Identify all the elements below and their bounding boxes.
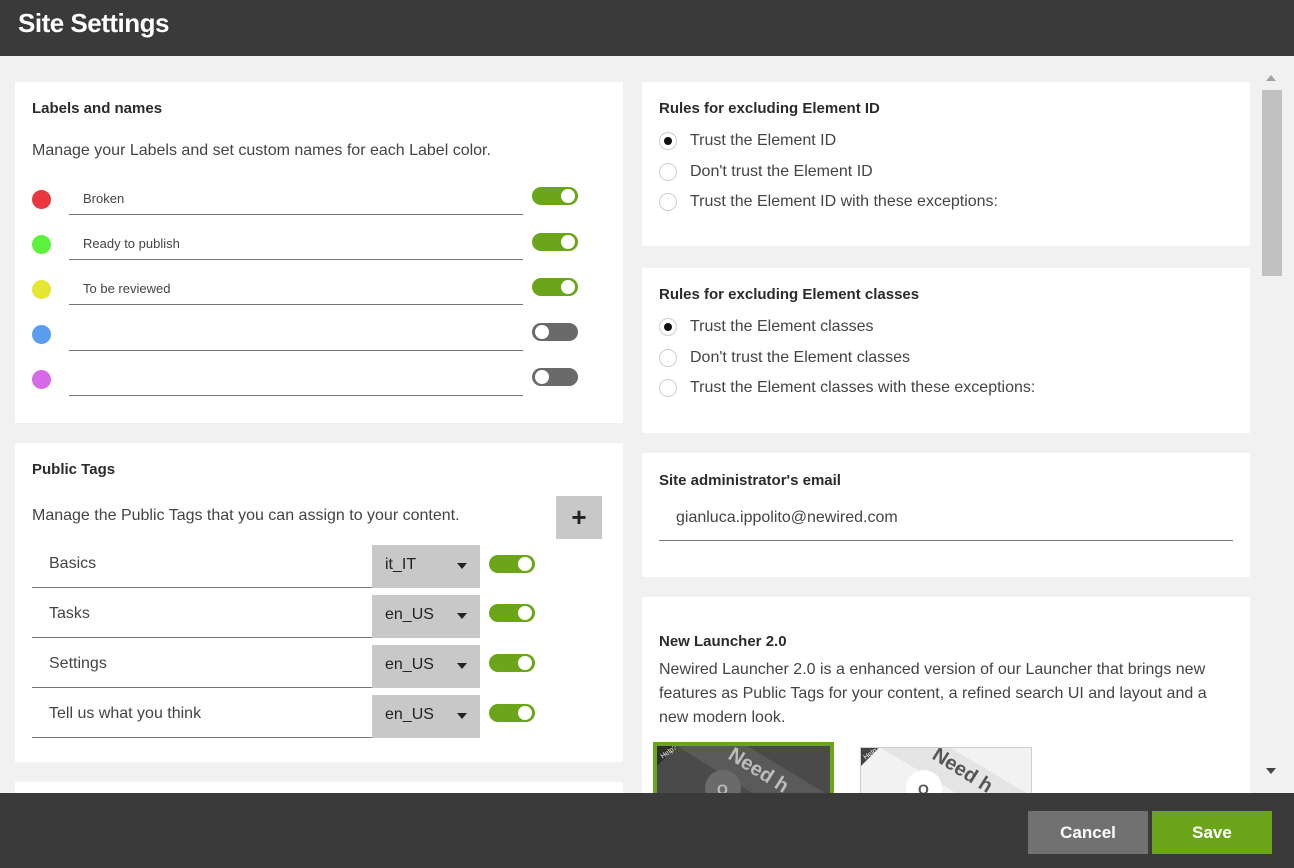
tag-toggle[interactable] xyxy=(489,704,535,722)
label-color-dot-purple xyxy=(32,370,51,389)
element-classes-rules-card: Rules for excluding Element classes Trus… xyxy=(642,268,1250,433)
tag-name-input[interactable]: Tell us what you think xyxy=(32,695,372,738)
admin-email-card: Site administrator's email gianluca.ippo… xyxy=(642,453,1250,577)
launcher-dark-preview-image: Help? Need h Q xyxy=(657,746,830,793)
label-name-input[interactable]: Ready to publish xyxy=(69,228,523,260)
radio-button[interactable] xyxy=(659,318,677,336)
launcher-light-preview-image: Help? Need h Q xyxy=(861,748,1031,793)
label-name-input[interactable]: To be reviewed xyxy=(69,273,523,305)
tag-name-input[interactable]: Settings xyxy=(32,645,372,688)
radio-button[interactable] xyxy=(659,379,677,397)
radio-button[interactable] xyxy=(659,163,677,181)
launcher-theme-light-option[interactable]: Help? Need h Q xyxy=(860,747,1032,793)
tag-name-input[interactable]: Basics xyxy=(32,545,372,588)
radio-label: Trust the Element classes xyxy=(690,318,874,335)
element-id-rules-card: Rules for excluding Element ID Trust the… xyxy=(642,82,1250,246)
label-color-dot-green xyxy=(32,235,51,254)
scroll-down-arrow-icon[interactable] xyxy=(1266,768,1276,774)
scrollbar-thumb[interactable] xyxy=(1262,90,1282,276)
radio-label: Trust the Element ID with these exceptio… xyxy=(690,193,998,210)
tag-name-input[interactable]: Tasks xyxy=(32,595,372,638)
save-button[interactable]: Save xyxy=(1152,811,1272,854)
page-title: Site Settings xyxy=(18,8,169,38)
next-card-partial xyxy=(15,782,623,793)
launcher-title: New Launcher 2.0 xyxy=(659,633,787,650)
radio-label: Don't trust the Element classes xyxy=(690,349,911,366)
admin-email-input[interactable]: gianluca.ippolito@newired.com xyxy=(659,503,1233,541)
chevron-down-icon xyxy=(457,663,467,669)
label-name-input[interactable] xyxy=(69,319,523,351)
label-toggle[interactable] xyxy=(532,278,578,296)
radio-button[interactable] xyxy=(659,132,677,150)
label-toggle[interactable] xyxy=(532,233,578,251)
tag-locale-select[interactable]: en_US xyxy=(372,645,480,688)
tag-locale-select[interactable]: en_US xyxy=(372,595,480,638)
label-color-dot-red xyxy=(32,190,51,209)
add-public-tag-button[interactable]: + xyxy=(556,496,602,539)
vertical-scrollbar[interactable] xyxy=(1259,68,1283,786)
radio-label: Trust the Element ID xyxy=(690,132,837,149)
radio-button[interactable] xyxy=(659,193,677,211)
labels-card-description: Manage your Labels and set custom names … xyxy=(32,142,491,159)
label-color-dot-blue xyxy=(32,325,51,344)
radio-label: Don't trust the Element ID xyxy=(690,163,873,180)
tag-locale-value: it_IT xyxy=(385,556,417,573)
label-toggle[interactable] xyxy=(532,187,578,205)
element-id-rules-title: Rules for excluding Element ID xyxy=(659,100,880,117)
radio-button[interactable] xyxy=(659,349,677,367)
chevron-down-icon xyxy=(457,613,467,619)
label-color-dot-yellow xyxy=(32,280,51,299)
element-classes-rules-title: Rules for excluding Element classes xyxy=(659,286,920,303)
public-tags-card: Public Tags Manage the Public Tags that … xyxy=(15,443,623,762)
tag-toggle[interactable] xyxy=(489,654,535,672)
header-bar: Site Settings xyxy=(0,0,1294,56)
footer-bar: Cancel Save xyxy=(0,793,1294,868)
labels-card-title: Labels and names xyxy=(32,100,163,117)
label-name-input[interactable] xyxy=(69,364,523,396)
chevron-down-icon xyxy=(457,563,467,569)
tag-toggle[interactable] xyxy=(489,604,535,622)
public-tags-card-description: Manage the Public Tags that you can assi… xyxy=(32,507,460,524)
admin-email-title: Site administrator's email xyxy=(659,472,841,489)
launcher-description: Newired Launcher 2.0 is a enhanced versi… xyxy=(659,661,1207,726)
cancel-button[interactable]: Cancel xyxy=(1028,811,1148,854)
launcher-theme-dark-option[interactable]: Help? Need h Q xyxy=(653,742,834,793)
radio-label: Trust the Element classes with these exc… xyxy=(690,379,1036,396)
public-tags-card-title: Public Tags xyxy=(32,461,116,478)
tag-toggle[interactable] xyxy=(489,555,535,573)
scroll-up-arrow-icon[interactable] xyxy=(1266,75,1276,81)
settings-content[interactable]: Labels and names Manage your Labels and … xyxy=(0,56,1294,793)
label-name-input[interactable]: Broken xyxy=(69,183,523,215)
chevron-down-icon xyxy=(457,713,467,719)
tag-locale-value: en_US xyxy=(385,656,434,673)
tag-locale-value: en_US xyxy=(385,706,434,723)
launcher-thumb-letter: Q xyxy=(717,781,728,793)
tag-locale-select[interactable]: en_US xyxy=(372,695,480,738)
tag-locale-select[interactable]: it_IT xyxy=(372,545,480,588)
labels-card: Labels and names Manage your Labels and … xyxy=(15,82,623,423)
launcher-card: New Launcher 2.0 Newired Launcher 2.0 is… xyxy=(642,597,1250,793)
launcher-thumb-letter: Q xyxy=(918,781,929,793)
tag-locale-value: en_US xyxy=(385,606,434,623)
label-toggle[interactable] xyxy=(532,368,578,386)
label-toggle[interactable] xyxy=(532,323,578,341)
